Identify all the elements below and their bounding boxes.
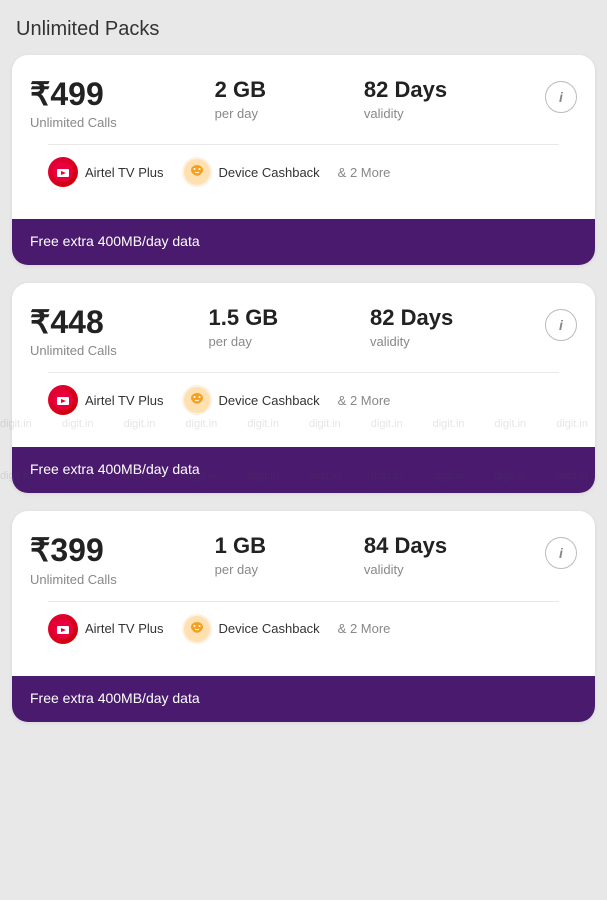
data-value: 1.5 GB (209, 305, 279, 331)
benefit-cashback: Device Cashback (182, 157, 320, 187)
cashback-icon (182, 614, 212, 644)
card-top: ₹448 Unlimited Calls 1.5 GB per day 82 D… (12, 283, 595, 447)
validity-sub: validity (364, 106, 404, 121)
plan-card-448: ₹448 Unlimited Calls 1.5 GB per day 82 D… (12, 283, 595, 493)
info-button[interactable]: i (545, 537, 577, 569)
price-sub: Unlimited Calls (30, 115, 117, 130)
card-footer[interactable]: Free extra 400MB/day data (12, 219, 595, 265)
price-sub: Unlimited Calls (30, 572, 117, 587)
benefit-cashback: Device Cashback (182, 614, 320, 644)
price: ₹499 (30, 77, 117, 112)
price-block: ₹499 Unlimited Calls (30, 77, 117, 130)
validity-block: 82 Days validity (370, 305, 453, 349)
validity-block: 84 Days validity (364, 533, 447, 577)
benefit-airtel-tv: Airtel TV Plus (48, 385, 164, 415)
card-top: ₹499 Unlimited Calls 2 GB per day 82 Day… (12, 55, 595, 219)
data-value: 2 GB (215, 77, 266, 103)
benefit-more: & 2 More (338, 165, 391, 180)
cashback-icon (182, 385, 212, 415)
benefits-row: Airtel TV Plus Device Cashback (30, 157, 577, 205)
info-button[interactable]: i (545, 309, 577, 341)
validity-block: 82 Days validity (364, 77, 447, 121)
airtel-tv-icon (48, 614, 78, 644)
validity-value: 82 Days (370, 305, 453, 331)
price-block: ₹448 Unlimited Calls (30, 305, 117, 358)
card-top: ₹399 Unlimited Calls 1 GB per day 84 Day… (12, 511, 595, 675)
price-block: ₹399 Unlimited Calls (30, 533, 117, 586)
cashback-label: Device Cashback (219, 165, 320, 180)
validity-sub: validity (364, 562, 404, 577)
card-main-row: ₹499 Unlimited Calls 2 GB per day 82 Day… (30, 77, 577, 130)
benefits-row: Airtel TV Plus Device Cashback (30, 385, 577, 433)
airtel-tv-label: Airtel TV Plus (85, 165, 164, 180)
card-main-row: ₹399 Unlimited Calls 1 GB per day 84 Day… (30, 533, 577, 586)
info-button[interactable]: i (545, 81, 577, 113)
card-divider (48, 372, 559, 373)
cards-container: ₹499 Unlimited Calls 2 GB per day 82 Day… (0, 55, 607, 746)
cashback-label: Device Cashback (219, 621, 320, 636)
card-footer[interactable]: Free extra 400MB/day data (12, 676, 595, 722)
data-sub: per day (215, 106, 258, 121)
airtel-tv-icon (48, 385, 78, 415)
card-footer[interactable]: Free extra 400MB/day data (12, 447, 595, 493)
footer-text: Free extra 400MB/day data (30, 690, 200, 706)
footer-text: Free extra 400MB/day data (30, 461, 200, 477)
airtel-tv-icon (48, 157, 78, 187)
cashback-icon (182, 157, 212, 187)
benefit-more: & 2 More (338, 393, 391, 408)
data-block: 1 GB per day (215, 533, 266, 577)
airtel-tv-label: Airtel TV Plus (85, 621, 164, 636)
cashback-label: Device Cashback (219, 393, 320, 408)
data-sub: per day (215, 562, 258, 577)
card-main-row: ₹448 Unlimited Calls 1.5 GB per day 82 D… (30, 305, 577, 358)
benefit-more: & 2 More (338, 621, 391, 636)
price: ₹448 (30, 305, 117, 340)
plan-card-499: ₹499 Unlimited Calls 2 GB per day 82 Day… (12, 55, 595, 265)
price: ₹399 (30, 533, 117, 568)
benefit-airtel-tv: Airtel TV Plus (48, 157, 164, 187)
footer-text: Free extra 400MB/day data (30, 233, 200, 249)
page-title: Unlimited Packs (0, 0, 607, 55)
data-value: 1 GB (215, 533, 266, 559)
card-divider (48, 144, 559, 145)
airtel-tv-label: Airtel TV Plus (85, 393, 164, 408)
card-divider (48, 601, 559, 602)
benefit-cashback: Device Cashback (182, 385, 320, 415)
benefit-airtel-tv: Airtel TV Plus (48, 614, 164, 644)
price-sub: Unlimited Calls (30, 343, 117, 358)
data-block: 1.5 GB per day (209, 305, 279, 349)
benefits-row: Airtel TV Plus Device Cashback (30, 614, 577, 662)
data-block: 2 GB per day (215, 77, 266, 121)
data-sub: per day (209, 334, 252, 349)
plan-card-399: ₹399 Unlimited Calls 1 GB per day 84 Day… (12, 511, 595, 721)
validity-sub: validity (370, 334, 410, 349)
validity-value: 84 Days (364, 533, 447, 559)
validity-value: 82 Days (364, 77, 447, 103)
